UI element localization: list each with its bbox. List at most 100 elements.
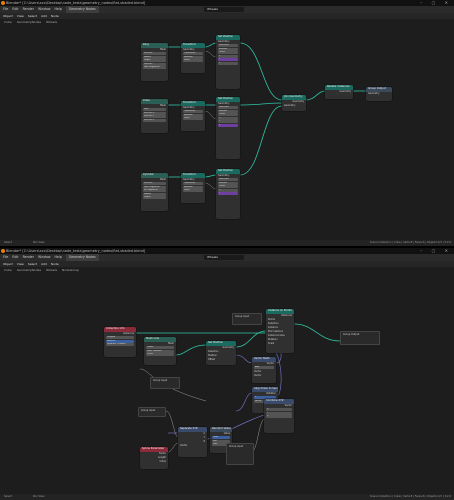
node-field[interactable]: Side Segments xyxy=(143,185,166,189)
header-add[interactable]: Add xyxy=(41,262,47,266)
node-group-output[interactable]: Group Output Geometry xyxy=(366,87,392,101)
node-field[interactable]: Z xyxy=(218,62,238,66)
node-field[interactable]: Separate Children xyxy=(106,343,134,347)
node-realize-instances[interactable]: Realize Instances Geometry xyxy=(325,85,353,99)
node-field[interactable]: Translation xyxy=(183,182,203,186)
node-separate-xyz[interactable]: Separate XYZ X Y Z Vector xyxy=(178,427,207,457)
node-field[interactable]: Vertices xyxy=(143,62,166,66)
breadcrumb-item[interactable]: GeometryNodes xyxy=(17,20,41,24)
node-set-position-2[interactable]: Set Position Geometry Selection Position… xyxy=(216,97,240,159)
node-cube[interactable]: Cube Mesh Size Vertices X Vertices Y Ver… xyxy=(141,99,168,133)
menu-edit[interactable]: Edit xyxy=(12,6,18,13)
node-field[interactable]: X xyxy=(266,408,292,412)
node-field[interactable]: Translation xyxy=(183,52,203,56)
node-field[interactable]: Y xyxy=(218,120,238,124)
node-field[interactable]: Offset xyxy=(218,113,238,117)
node-field[interactable]: X xyxy=(218,188,238,192)
breadcrumb-item[interactable]: Wheels xyxy=(46,268,57,272)
node-transform-3[interactable]: Transform Geometry Translation Rotation … xyxy=(181,173,205,203)
header-view[interactable]: View xyxy=(17,262,24,266)
menu-render[interactable]: Render xyxy=(23,254,34,261)
node-field[interactable]: Radius xyxy=(143,192,166,196)
node-field[interactable]: Offset xyxy=(218,185,238,189)
node-mesh-line[interactable]: Mesh Line Mesh Count Start Location Offs… xyxy=(144,337,176,365)
node-field[interactable]: Count xyxy=(146,346,174,350)
node-field[interactable]: Scale xyxy=(183,59,203,63)
menu-help[interactable]: Help xyxy=(55,6,62,13)
node-field[interactable]: Depth xyxy=(143,196,166,200)
header-view[interactable]: View xyxy=(17,14,24,18)
node-field[interactable]: Selection xyxy=(218,44,238,48)
header-select[interactable]: Select xyxy=(28,14,37,18)
header-select[interactable]: Select xyxy=(28,262,37,266)
node-field[interactable]: Selection xyxy=(218,106,238,110)
workspace-tab[interactable]: Geometry Nodes xyxy=(65,254,99,261)
menu-render[interactable]: Render xyxy=(23,6,34,13)
node-field[interactable]: Position xyxy=(218,181,238,185)
header-node[interactable]: Node xyxy=(51,262,59,266)
node-field[interactable]: Selection xyxy=(218,178,238,182)
node-field[interactable]: Float xyxy=(212,436,230,440)
node-tree-selector[interactable]: Wheels xyxy=(204,255,244,260)
header-object[interactable]: Object xyxy=(3,14,13,18)
node-combine-xyz[interactable]: Combine XYZ Vector X Y Z xyxy=(264,399,294,433)
node-cylinder[interactable]: Cylinder Mesh Vertices Side Segments Fil… xyxy=(141,173,168,211)
node-spline-parameter[interactable]: Spline Parameter Factor Length Index xyxy=(140,447,168,469)
node-collection-info[interactable]: Collection Info Instances Original Relat… xyxy=(104,327,136,357)
menu-window[interactable]: Window xyxy=(38,254,51,261)
menu-window[interactable]: Window xyxy=(38,6,51,13)
node-field[interactable]: Offset xyxy=(218,51,238,55)
node-field[interactable]: Y xyxy=(266,411,292,415)
node-field[interactable]: Original xyxy=(106,336,134,340)
breadcrumb-item[interactable]: Cube xyxy=(4,20,12,24)
node-field[interactable]: Translation xyxy=(183,110,203,114)
node-field[interactable]: Size xyxy=(143,108,166,112)
node-field[interactable]: Position xyxy=(218,47,238,51)
node-set-position-1[interactable]: Set Position Geometry Selection Position… xyxy=(216,35,240,89)
node-field[interactable]: Side Segments xyxy=(143,66,166,70)
node-field[interactable]: Vertices Y xyxy=(143,115,166,119)
node-field[interactable]: Position xyxy=(218,109,238,113)
node-field[interactable]: Z xyxy=(266,415,292,419)
node-field[interactable]: Z xyxy=(218,124,238,128)
header-object[interactable]: Object xyxy=(3,262,13,266)
node-join-geometry[interactable]: Join Geometry Geometry Geometry xyxy=(282,95,306,111)
node-field[interactable]: Rotation xyxy=(183,113,203,117)
node-instance-on-points[interactable]: Instance on Points Instances Points Sele… xyxy=(266,309,294,353)
breadcrumb-item[interactable]: Cube xyxy=(4,268,12,272)
node-group-input-geometry[interactable]: Group Input xyxy=(232,313,262,325)
node-tree-selector[interactable]: Wheels xyxy=(204,7,244,12)
node-field[interactable]: Scale xyxy=(183,117,203,121)
node-field[interactable]: Vertices xyxy=(143,52,166,56)
node-set-position-3[interactable]: Set Position Geometry Selection Position… xyxy=(216,169,240,219)
node-transform-2[interactable]: Transform Geometry Translation Rotation … xyxy=(181,101,205,131)
node-field[interactable]: Vertices X xyxy=(143,111,166,115)
breadcrumb-item[interactable]: NodeGroup xyxy=(62,268,79,272)
node-set-position[interactable]: Set Position Geometry Selection Position… xyxy=(206,341,236,365)
node-field[interactable]: Offset xyxy=(146,353,174,357)
node-field[interactable]: Radius xyxy=(143,55,166,59)
node-editor-canvas[interactable]: Ring Mesh Vertices Radius Depth Vertices… xyxy=(0,25,454,240)
node-field[interactable]: Vertices xyxy=(143,182,166,186)
header-node[interactable]: Node xyxy=(51,14,59,18)
node-editor-canvas[interactable]: Collection Info Instances Original Relat… xyxy=(0,273,454,494)
node-field[interactable]: Relative xyxy=(106,339,134,343)
node-field[interactable]: Start Location xyxy=(146,349,174,353)
node-group-input-length[interactable]: Group Input xyxy=(138,407,166,417)
node-field[interactable]: Scale xyxy=(183,189,203,193)
node-field[interactable]: Add xyxy=(254,366,274,370)
node-transform-1[interactable]: Transform Geometry Translation Rotation … xyxy=(181,43,205,73)
node-field[interactable]: Fill Segments xyxy=(143,189,166,193)
node-group-output[interactable]: Group Output xyxy=(340,331,380,345)
node-field[interactable]: Depth xyxy=(143,59,166,63)
header-add[interactable]: Add xyxy=(41,14,47,18)
menu-file[interactable]: File xyxy=(3,6,8,13)
menu-edit[interactable]: Edit xyxy=(12,254,18,261)
node-group-input-scale[interactable]: Group Input xyxy=(226,443,254,465)
node-group-input-count[interactable]: Group Input xyxy=(150,377,180,389)
node-ring[interactable]: Ring Mesh Vertices Radius Depth Vertices… xyxy=(141,43,168,81)
node-field[interactable]: Y xyxy=(218,192,238,196)
menu-help[interactable]: Help xyxy=(55,254,62,261)
node-field[interactable]: X xyxy=(218,54,238,58)
node-field[interactable]: Y xyxy=(218,58,238,62)
